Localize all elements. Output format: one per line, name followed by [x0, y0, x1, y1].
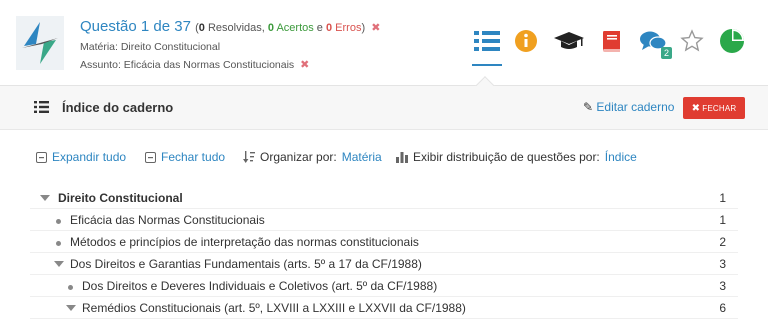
topic-line: Assunto: Eficácia das Normas Constitucio… [80, 58, 309, 71]
close-button[interactable]: ✖ FECHAR [683, 97, 745, 119]
expand-triangle-icon[interactable] [66, 305, 76, 311]
app-logo [16, 16, 64, 70]
bullet-icon [68, 285, 73, 290]
pie-chart-icon[interactable] [718, 26, 746, 56]
tree-row-count: 2 [719, 235, 726, 249]
index-panel-header: Índice do caderno ✎ Editar caderno [0, 86, 768, 130]
question-stats: (0 Resolvidas, 0 Acertos e 0 Erros) [195, 22, 366, 34]
expand-triangle-icon[interactable] [54, 261, 64, 267]
tree-row-count: 1 [719, 213, 726, 227]
organize-by: Organizar por: Matéria [243, 150, 382, 164]
clear-stats-icon[interactable]: ✖ [371, 22, 380, 34]
expand-all-button[interactable]: Expandir tudo [36, 150, 126, 164]
tree-row-count: 1 [719, 191, 726, 205]
expand-icon [36, 151, 47, 163]
tree-row[interactable]: Direito Constitucional 1 [0, 187, 768, 209]
tree-row[interactable]: Métodos e princípios de interpretação da… [0, 231, 768, 253]
subject-line: Matéria: Direito Constitucional [80, 41, 221, 53]
tree-row[interactable]: Dos Direitos e Garantias Fundamentais (a… [0, 253, 768, 275]
star-icon[interactable] [679, 26, 705, 56]
tree-row[interactable]: Eficácia das Normas Constitucionais 1 [0, 209, 768, 231]
info-icon[interactable] [513, 26, 539, 56]
collapse-all-label: Fechar tudo [161, 150, 226, 164]
distribution-by-label: Exibir distribuição de questões por: [413, 150, 600, 164]
collapse-icon [145, 151, 156, 163]
close-button-label: FECHAR [702, 103, 737, 113]
edit-notebook-link[interactable]: ✎ Editar caderno [583, 100, 674, 114]
tree-row-count: 3 [719, 257, 726, 271]
topic-text: Assunto: Eficácia das Normas Constitucio… [80, 59, 295, 71]
graduation-cap-icon[interactable] [552, 26, 586, 56]
organize-by-value[interactable]: Matéria [342, 150, 382, 164]
collapse-all-button[interactable]: Fechar tudo [145, 150, 225, 164]
distribution-by-value[interactable]: Índice [605, 150, 637, 164]
tree-row-label: Dos Direitos e Garantias Fundamentais (a… [70, 257, 422, 271]
tree-row-label: Direito Constitucional [58, 191, 183, 205]
expand-all-label: Expandir tudo [52, 150, 127, 164]
bullet-icon [56, 219, 61, 224]
tree-row-label: Dos Direitos e Deveres Individuais e Col… [82, 279, 438, 293]
close-icon: ✖ [691, 102, 701, 114]
index-list-icon [34, 101, 49, 113]
pencil-icon: ✎ [583, 100, 594, 114]
clear-topic-icon[interactable]: ✖ [300, 59, 309, 71]
tree-row-label: Métodos e princípios de interpretação da… [70, 235, 419, 249]
tree-row[interactable]: Remédios Constitucionais (art. 5º, LXVII… [0, 297, 768, 319]
edit-notebook-label: Editar caderno [596, 100, 675, 114]
list-icon[interactable] [472, 26, 502, 56]
book-icon[interactable] [598, 26, 624, 56]
organize-by-label: Organizar por: [260, 150, 337, 164]
sort-icon [243, 151, 255, 163]
question-title: Questão 1 de 37 (0 Resolvidas, 0 Acertos… [80, 18, 380, 35]
comments-count-badge: 2 [661, 47, 673, 59]
question-header: Questão 1 de 37 (0 Resolvidas, 0 Acertos… [0, 0, 768, 86]
tree-row-label: Remédios Constitucionais (art. 5º, LXVII… [82, 301, 466, 315]
bullet-icon [56, 241, 61, 246]
row-divider [30, 318, 738, 319]
tree-row-count: 3 [719, 279, 726, 293]
tree-row-label: Eficácia das Normas Constitucionais [70, 213, 265, 227]
tree-row-count: 6 [719, 301, 726, 315]
panel-title: Índice do caderno [62, 100, 174, 115]
bar-chart-icon [396, 151, 408, 163]
tree-row[interactable]: Dos Direitos e Deveres Individuais e Col… [0, 275, 768, 297]
active-tab-indicator [472, 64, 502, 66]
question-position: Questão 1 de 37 [80, 18, 191, 35]
distribution-by: Exibir distribuição de questões por: Índ… [396, 150, 637, 164]
expand-triangle-icon[interactable] [40, 195, 50, 201]
